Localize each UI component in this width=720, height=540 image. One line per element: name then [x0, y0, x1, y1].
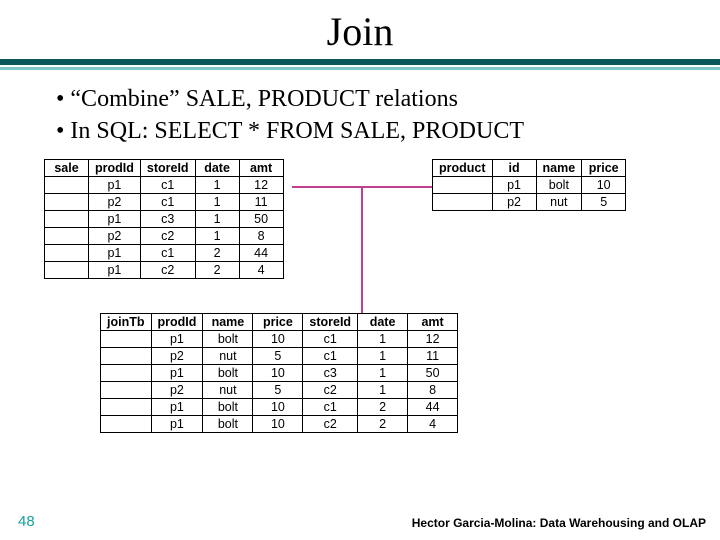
table-row: p2c218: [45, 228, 284, 245]
col-header: prodId: [151, 314, 203, 331]
table-row: p1bolt10c224: [101, 416, 458, 433]
table-row: p1bolt10: [433, 177, 626, 194]
footer-credit: Hector Garcia-Molina: Data Warehousing a…: [412, 516, 706, 530]
table-header-row: sale prodId storeId date amt: [45, 160, 284, 177]
table-header-row: product id name price: [433, 160, 626, 177]
col-header: id: [492, 160, 536, 177]
col-header: amt: [408, 314, 458, 331]
table-row: p1bolt10c3150: [101, 365, 458, 382]
col-header: name: [203, 314, 253, 331]
table-row: p2c1111: [45, 194, 284, 211]
col-header: price: [253, 314, 303, 331]
bullet-text: “Combine” SALE, PRODUCT relations: [70, 86, 458, 112]
table-row: p1c1244: [45, 245, 284, 262]
table-row: p2nut5c218: [101, 382, 458, 399]
col-header: amt: [239, 160, 283, 177]
col-header: date: [358, 314, 408, 331]
bullet-item: • In SQL: SELECT * FROM SALE, PRODUCT: [56, 116, 720, 148]
col-header: joinTb: [101, 314, 152, 331]
table-row: p1c224: [45, 262, 284, 279]
slide-title: Join: [0, 0, 720, 59]
bullet-text: In SQL: SELECT * FROM SALE, PRODUCT: [70, 118, 524, 144]
col-header: storeId: [140, 160, 195, 177]
col-header: product: [433, 160, 493, 177]
slide-number: 48: [18, 513, 35, 530]
table-row: p1c3150: [45, 211, 284, 228]
table-row: p2nut5: [433, 194, 626, 211]
col-header: prodId: [89, 160, 141, 177]
table-header-row: joinTb prodId name price storeId date am…: [101, 314, 458, 331]
top-tables-area: sale prodId storeId date amt p1c1112 p2c…: [0, 159, 720, 299]
table-row: p1c1112: [45, 177, 284, 194]
join-table: joinTb prodId name price storeId date am…: [100, 313, 458, 433]
title-rule-thin: [0, 67, 720, 70]
bullet-list: • “Combine” SALE, PRODUCT relations • In…: [0, 84, 720, 159]
col-header: storeId: [303, 314, 358, 331]
col-header: date: [195, 160, 239, 177]
product-table: product id name price p1bolt10 p2nut5: [432, 159, 626, 211]
col-header: price: [582, 160, 626, 177]
table-row: p1bolt10c1112: [101, 331, 458, 348]
col-header: name: [536, 160, 582, 177]
bullet-item: • “Combine” SALE, PRODUCT relations: [56, 84, 720, 116]
table-row: p2nut5c1111: [101, 348, 458, 365]
bottom-table-area: joinTb prodId name price storeId date am…: [0, 313, 720, 433]
sale-table: sale prodId storeId date amt p1c1112 p2c…: [44, 159, 284, 279]
title-rule-thick: [0, 59, 720, 65]
table-row: p1bolt10c1244: [101, 399, 458, 416]
col-header: sale: [45, 160, 89, 177]
